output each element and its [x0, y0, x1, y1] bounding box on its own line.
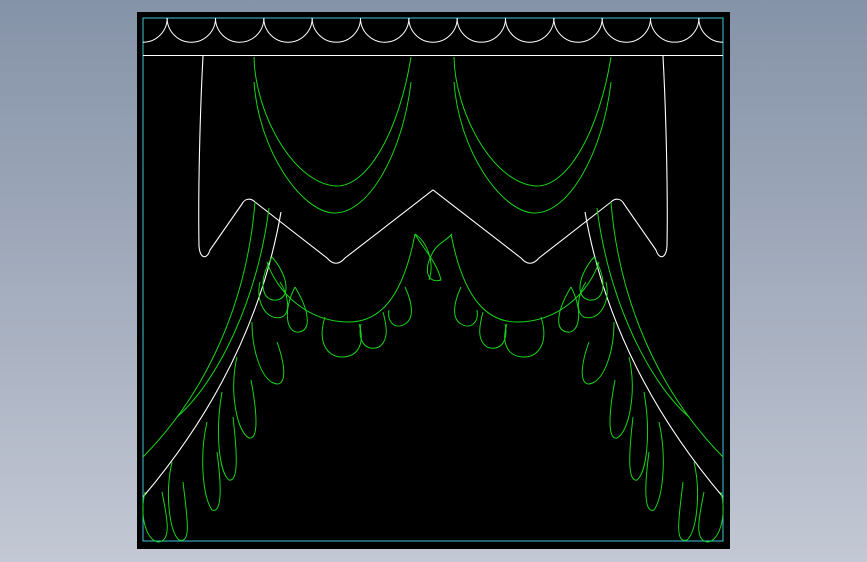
drawing-frame — [142, 17, 724, 542]
header-scallop-arc — [166, 18, 217, 43]
left-side-panel — [198, 55, 256, 258]
header-scallop-arc — [553, 18, 603, 43]
header-scallop-arc — [359, 18, 410, 43]
header-scallop-arc — [311, 18, 362, 43]
header-scallop-arc — [214, 18, 265, 43]
header-scallop-arc — [601, 18, 652, 43]
right-side-panel — [610, 55, 668, 258]
header-scallop-arc — [504, 18, 555, 43]
header-scallop-arc — [143, 18, 168, 43]
header-scallop-arc — [649, 18, 700, 43]
header-scallop-arc — [263, 18, 313, 43]
header-scallop-arc — [456, 18, 507, 43]
header-scallops — [143, 18, 723, 43]
cad-drawing-viewport[interactable] — [137, 12, 730, 549]
header-scallop-arc — [698, 18, 723, 43]
curtain-drawing — [142, 17, 724, 543]
header-scallop-arc — [408, 18, 458, 43]
green-drapery — [142, 56, 724, 543]
